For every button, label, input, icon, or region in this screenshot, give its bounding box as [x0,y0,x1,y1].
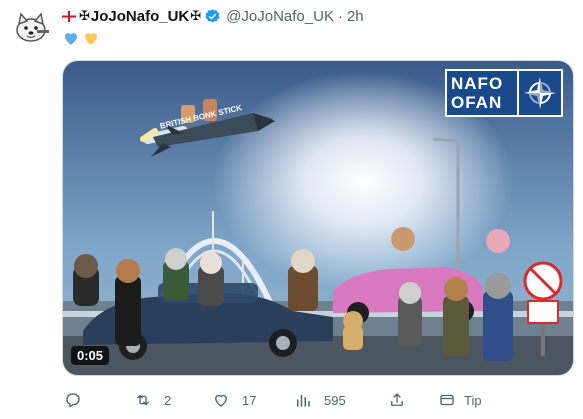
like-icon [215,394,227,407]
user-handle[interactable]: @JoJoNafo_UK [226,8,334,25]
display-name[interactable]: JoJoNafo_UK [91,8,189,25]
reply-icon [66,393,80,408]
nafo-ofan-logo: NAFO OFAN [445,69,563,117]
tweet-header: ✠ JoJoNafo_UK ✠ @JoJoNafo_UK · 2h [62,6,364,26]
reply-button[interactable] [64,391,94,409]
logo-line2: OFAN [451,93,503,112]
tweet-text [62,28,100,48]
retweet-icon [137,394,149,406]
video-duration: 0:05 [71,346,110,365]
share-button[interactable] [388,391,406,409]
retweet-button[interactable]: 2 [134,391,171,409]
views-button[interactable]: 595 [294,391,346,409]
cross-icon-trailing: ✠ [190,8,202,23]
verified-badge-icon [205,8,220,23]
like-count: 17 [242,392,257,408]
tweet-actions: 2 17 595 Tip [62,389,574,411]
retweet-count: 2 [164,392,172,408]
cross-icon: ✠ [79,8,90,23]
views-icon [297,394,310,407]
video-media[interactable]: BRITISH BONK STICK NAFO OFAN 0:05 [62,60,574,376]
views-count: 595 [324,392,346,408]
tip-icon [440,394,454,406]
like-button[interactable]: 17 [212,391,256,409]
blue-heart-icon [65,33,77,45]
yellow-heart-icon [85,33,97,45]
post-time[interactable]: 2h [347,8,364,25]
nato-compass-icon [524,77,556,109]
separator-dot: · [337,7,343,25]
tip-button[interactable]: Tip [438,391,482,409]
tip-label: Tip [464,392,482,408]
logo-line1: NAFO [451,74,504,93]
england-flag-icon [62,10,76,22]
shiba-avatar-icon [10,6,52,48]
avatar[interactable] [10,6,52,48]
share-icon [391,393,403,406]
